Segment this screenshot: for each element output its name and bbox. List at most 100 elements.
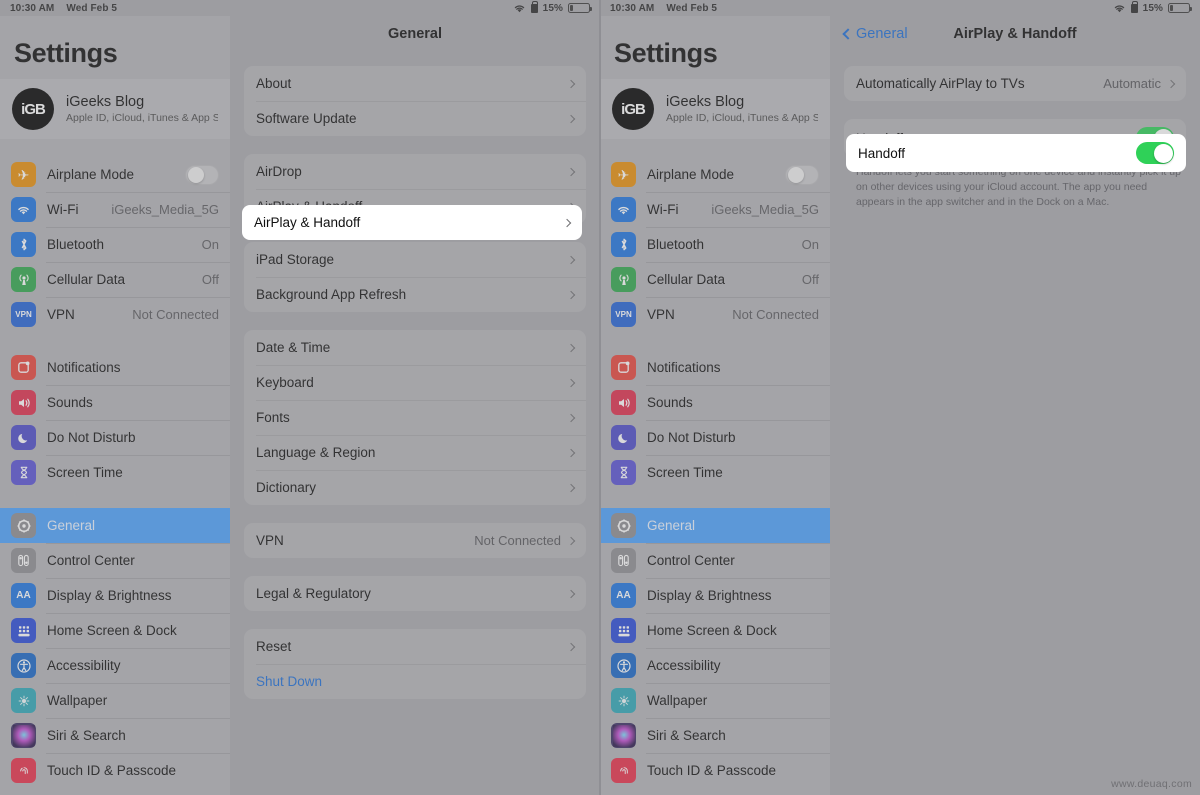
battery-percent: 15%: [542, 2, 563, 14]
row-background-app-refresh[interactable]: Background App Refresh: [244, 277, 586, 312]
account-subtitle: Apple ID, iCloud, iTunes & App St...: [666, 111, 818, 124]
chevron-right-icon: [566, 79, 576, 88]
sidebar-item-bluetooth[interactable]: Bluetooth On: [0, 227, 230, 262]
sidebar-item-general[interactable]: General: [600, 508, 830, 543]
sidebar-group-alerts: Notifications Sounds Do Not Disturb Scre…: [600, 350, 830, 490]
sidebar-item-airplane-mode[interactable]: ✈ Airplane Mode: [0, 157, 230, 192]
sidebar-item-home-screen-dock[interactable]: Home Screen & Dock: [600, 613, 830, 648]
handoff-toggle[interactable]: [1136, 142, 1174, 164]
row-date-time[interactable]: Date & Time: [244, 330, 586, 365]
sidebar-item-sounds[interactable]: Sounds: [600, 385, 830, 420]
sidebar-item-cellular-data[interactable]: Cellular Data Off: [0, 262, 230, 297]
sidebar-item-label: Bluetooth: [47, 237, 105, 252]
sidebar-item-vpn[interactable]: VPN VPN Not Connected: [0, 297, 230, 332]
sidebar-item-vpn[interactable]: VPN VPN Not Connected: [600, 297, 830, 332]
sidebar-item-sounds[interactable]: Sounds: [0, 385, 230, 420]
row-software-update[interactable]: Software Update: [244, 101, 586, 136]
sidebar-item-general[interactable]: General: [0, 508, 230, 543]
sidebar-item-do-not-disturb[interactable]: Do Not Disturb: [0, 420, 230, 455]
sidebar-item-notifications[interactable]: Notifications: [600, 350, 830, 385]
row-label: Reset: [256, 639, 292, 654]
sidebar-item-control-center[interactable]: Control Center: [0, 543, 230, 578]
row-vpn[interactable]: VPN Not Connected: [244, 523, 586, 558]
sounds-icon: [11, 390, 36, 415]
chevron-right-icon: [566, 413, 576, 422]
sidebar-item-label: Notifications: [647, 360, 721, 375]
chevron-right-icon: [566, 448, 576, 457]
sidebar-item-screen-time[interactable]: Screen Time: [600, 455, 830, 490]
home-screen-dock-icon: [11, 618, 36, 643]
sidebar-item-bluetooth[interactable]: Bluetooth On: [600, 227, 830, 262]
accessibility-icon: [611, 653, 636, 678]
touch-id-icon: [611, 758, 636, 783]
row-label: Handoff: [858, 145, 906, 161]
sidebar-item-do-not-disturb[interactable]: Do Not Disturb: [600, 420, 830, 455]
sidebar-item-wifi[interactable]: Wi-Fi iGeeks_Media_5G: [600, 192, 830, 227]
row-legal-regulatory[interactable]: Legal & Regulatory: [244, 576, 586, 611]
sidebar-item-siri-search[interactable]: Siri & Search: [600, 718, 830, 753]
row-dictionary[interactable]: Dictionary: [244, 470, 586, 505]
row-language-region[interactable]: Language & Region: [244, 435, 586, 470]
row-automatically-airplay-to-tvs[interactable]: Automatically AirPlay to TVs Automatic: [844, 66, 1186, 101]
sidebar-item-display-brightness[interactable]: AA Display & Brightness: [0, 578, 230, 613]
general-card-reset: Reset Shut Down: [244, 629, 586, 699]
sidebar-item-wallpaper[interactable]: Wallpaper: [0, 683, 230, 718]
sidebar-item-screen-time[interactable]: Screen Time: [0, 455, 230, 490]
sidebar-item-home-screen-dock[interactable]: Home Screen & Dock: [0, 613, 230, 648]
sidebar-item-accessibility[interactable]: Accessibility: [600, 648, 830, 683]
row-label: Legal & Regulatory: [256, 586, 371, 601]
screenshot-stage: 10:30 AM Wed Feb 5 15% Settings iGB iGee…: [0, 0, 1200, 795]
general-detail-pane: General About Software Update AirDrop iP…: [230, 16, 600, 795]
sidebar-item-label: Siri & Search: [47, 728, 126, 743]
row-label: VPN: [256, 533, 284, 548]
avatar: iGB: [612, 88, 654, 130]
sidebar-item-cellular-data[interactable]: Cellular Data Off: [600, 262, 830, 297]
row-fonts[interactable]: Fonts: [244, 400, 586, 435]
sidebar-item-label: Screen Time: [47, 465, 123, 480]
cellular-icon: [11, 267, 36, 292]
row-reset[interactable]: Reset: [244, 629, 586, 664]
sidebar-item-control-center[interactable]: Control Center: [600, 543, 830, 578]
airplane-mode-toggle[interactable]: [185, 164, 219, 185]
sidebar-item-touch-id-passcode[interactable]: Touch ID & Passcode: [0, 753, 230, 788]
row-ipad-storage[interactable]: iPad Storage: [244, 242, 586, 277]
sidebar-item-notifications[interactable]: Notifications: [0, 350, 230, 385]
settings-sidebar-left: Settings iGB iGeeks Blog Apple ID, iClou…: [0, 16, 230, 795]
airplane-mode-toggle[interactable]: [785, 164, 819, 185]
status-date: Wed Feb 5: [66, 2, 118, 14]
sidebar-item-airplane-mode[interactable]: ✈ Airplane Mode: [600, 157, 830, 192]
sidebar-item-wallpaper[interactable]: Wallpaper: [600, 683, 830, 718]
apple-id-account-row[interactable]: iGB iGeeks Blog Apple ID, iCloud, iTunes…: [600, 79, 830, 139]
row-airdrop[interactable]: AirDrop: [244, 154, 586, 189]
sidebar-item-siri-search[interactable]: Siri & Search: [0, 718, 230, 753]
highlighted-row-handoff[interactable]: Handoff: [846, 134, 1186, 172]
back-button[interactable]: General: [842, 26, 908, 42]
sidebar-item-display-brightness[interactable]: AA Display & Brightness: [600, 578, 830, 613]
highlighted-row-airplay-handoff[interactable]: AirPlay & Handoff: [242, 205, 582, 240]
row-keyboard[interactable]: Keyboard: [244, 365, 586, 400]
battery-percent: 15%: [1142, 2, 1163, 14]
sidebar-item-touch-id-passcode[interactable]: Touch ID & Passcode: [600, 753, 830, 788]
page-title: Settings: [14, 38, 118, 68]
row-label: AirPlay & Handoff: [254, 215, 361, 230]
status-time: 10:30 AM: [610, 2, 655, 14]
row-about[interactable]: About: [244, 66, 586, 101]
row-label: AirDrop: [256, 164, 302, 179]
sidebar-item-value: Not Connected: [132, 307, 219, 322]
sidebar-item-wifi[interactable]: Wi-Fi iGeeks_Media_5G: [0, 192, 230, 227]
gear-icon: [11, 513, 36, 538]
nav-title: General: [388, 26, 442, 42]
wallpaper-icon: [11, 688, 36, 713]
moon-icon: [11, 425, 36, 450]
sidebar-item-label: Cellular Data: [47, 272, 126, 287]
notifications-icon: [611, 355, 636, 380]
chevron-right-icon: [566, 642, 576, 651]
control-center-icon: [11, 548, 36, 573]
sidebar-item-label: Accessibility: [47, 658, 121, 673]
row-label: Background App Refresh: [256, 287, 407, 302]
sidebar-item-accessibility[interactable]: Accessibility: [0, 648, 230, 683]
row-shut-down[interactable]: Shut Down: [244, 664, 586, 699]
apple-id-account-row[interactable]: iGB iGeeks Blog Apple ID, iCloud, iTunes…: [0, 79, 230, 139]
